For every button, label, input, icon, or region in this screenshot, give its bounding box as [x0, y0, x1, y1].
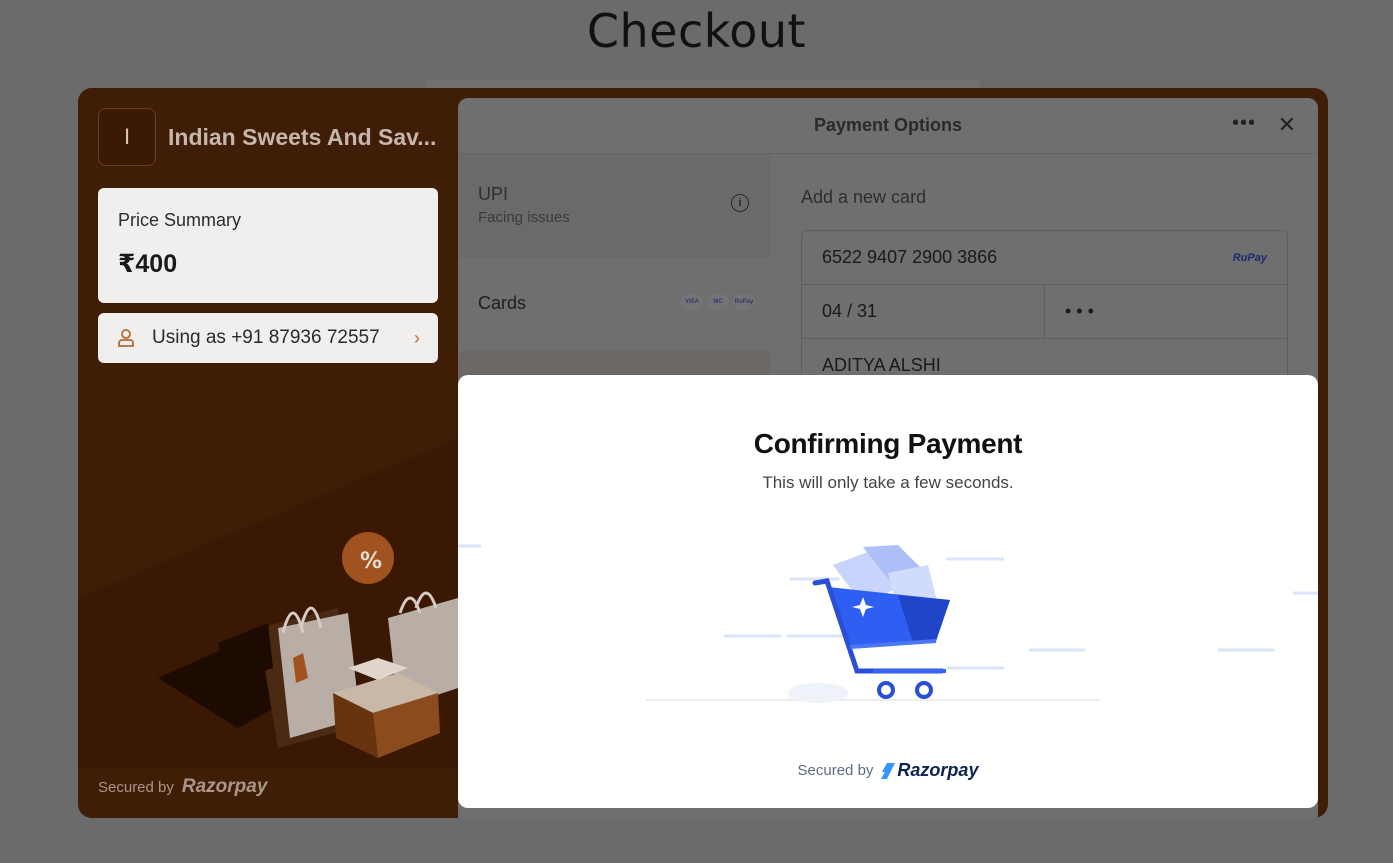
visa-logo-icon: VISA	[681, 294, 703, 310]
method-cards[interactable]: Cards VISA MC RuPay	[458, 258, 771, 348]
modal-subtitle: This will only take a few seconds.	[762, 473, 1014, 492]
modal-secured-label: Secured by	[797, 762, 874, 779]
more-options-icon[interactable]: •••	[1232, 112, 1256, 135]
rupay-logo-icon: RuPay	[733, 294, 755, 310]
card-network-logos: VISA MC RuPay	[681, 294, 755, 310]
price-summary-card: Price Summary ₹400	[98, 188, 438, 303]
payment-options-title: Payment Options	[813, 115, 963, 135]
cvv-field[interactable]: • • •	[1044, 285, 1287, 338]
shopping-bags-illustration: %	[78, 438, 458, 768]
merchant-pane: I Indian Sweets And Sav... Price Summary…	[78, 88, 458, 818]
razorpay-logo: Razorpay	[181, 776, 268, 797]
shopping-cart-animation	[458, 544, 1318, 703]
confirming-payment-modal: Confirming Payment This will only take a…	[458, 375, 1318, 808]
secured-by-razorpay-modal: Secured by Razorpay	[458, 760, 1318, 781]
add-card-form: Add a new card 6522 9407 2900 3866 RuPay…	[801, 154, 1288, 393]
merchant-name: Indian Sweets And Sav...	[168, 124, 437, 150]
payment-options-header: Payment Options ••• ✕	[458, 98, 1318, 154]
razorpay-wordmark: Razorpay	[897, 760, 979, 780]
method-upi[interactable]: UPI Facing issues i	[458, 154, 771, 258]
secured-by-razorpay-left: Secured by Razorpay	[98, 776, 267, 798]
rupay-network-icon: RuPay	[1232, 251, 1267, 264]
page-title: Checkout	[586, 4, 807, 58]
add-card-heading: Add a new card	[801, 187, 927, 207]
user-contact-button[interactable]: Using as +91 87936 72557 ›	[98, 313, 438, 363]
secured-by-label: Secured by	[98, 778, 174, 796]
chevron-right-icon: ›	[414, 327, 420, 348]
razorpay-mark-icon	[881, 762, 896, 779]
method-upi-label: UPI	[478, 184, 509, 204]
close-icon[interactable]: ✕	[1278, 112, 1296, 138]
user-icon	[118, 329, 134, 347]
card-fields: 6522 9407 2900 3866 RuPay 04 / 31 • • • …	[801, 230, 1288, 393]
method-upi-status: Facing issues	[478, 209, 570, 226]
info-icon[interactable]: i	[731, 194, 749, 212]
price-amount: ₹400	[118, 250, 178, 278]
price-summary-label: Price Summary	[118, 210, 242, 230]
merchant-logo: I	[98, 108, 156, 166]
user-contact-text: Using as +91 87936 72557	[152, 327, 380, 348]
expiry-field[interactable]: 04 / 31	[802, 285, 1044, 338]
razorpay-logo: Razorpay	[881, 760, 978, 781]
payment-methods-list: UPI Facing issues i Cards VISA MC RuPay	[458, 154, 771, 390]
card-number-value: 6522 9407 2900 3866	[822, 247, 998, 267]
svg-text:%: %	[360, 549, 382, 574]
mastercard-logo-icon: MC	[707, 294, 729, 310]
modal-title: Confirming Payment	[753, 428, 1023, 459]
card-number-field[interactable]: 6522 9407 2900 3866 RuPay	[802, 231, 1287, 284]
